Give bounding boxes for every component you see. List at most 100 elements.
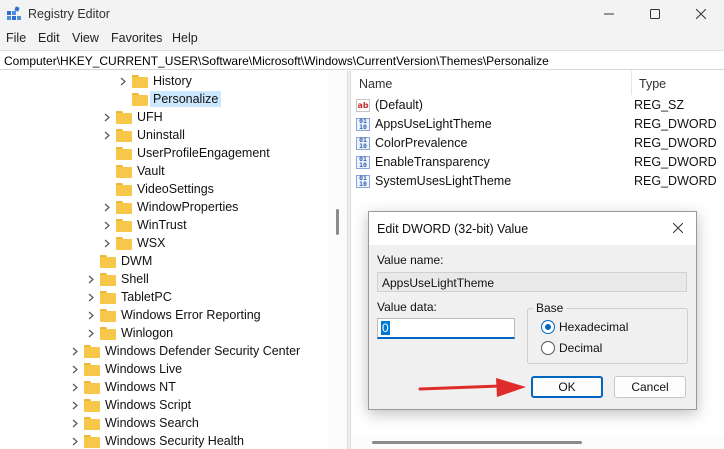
tree-item-label: Uninstall (137, 128, 185, 142)
chevron-right-icon[interactable] (102, 112, 112, 122)
tree-item[interactable]: Vault (102, 162, 165, 180)
base-label: Base (533, 301, 567, 315)
values-scrollbar[interactable] (352, 437, 724, 449)
pane-splitter[interactable] (347, 71, 351, 449)
tree-item[interactable]: VideoSettings (102, 180, 214, 198)
table-row[interactable]: 01 10 SystemUsesLightTheme REG_DWORD (356, 172, 724, 190)
address-bar[interactable]: Computer\HKEY_CURRENT_USER\Software\Micr… (0, 50, 724, 70)
dword-value-icon: 01 10 (356, 174, 370, 188)
chevron-right-icon[interactable] (86, 310, 96, 320)
key-tree[interactable]: History Personalize UFH Uninstall UserProfil… (0, 71, 347, 449)
table-row[interactable]: 01 10 ColorPrevalence REG_DWORD (356, 134, 724, 152)
tree-scrollbar-thumb[interactable] (336, 209, 339, 235)
tree-item[interactable]: Windows Security Health (70, 432, 244, 449)
tree-item[interactable]: Winlogon (86, 324, 173, 342)
menu-favorites[interactable]: Favorites (111, 31, 162, 45)
tree-item[interactable]: UserProfileEngagement (102, 144, 270, 162)
maximize-button[interactable] (632, 0, 678, 28)
dword-value-icon: 01 10 (356, 136, 370, 150)
base-group (527, 308, 688, 364)
tree-item[interactable]: WSX (102, 234, 165, 252)
column-separator[interactable] (631, 71, 632, 95)
tree-item-label: Personalize (150, 91, 222, 107)
folder-icon (100, 290, 116, 304)
decimal-radio[interactable] (541, 341, 555, 355)
value-name-cell: ColorPrevalence (375, 136, 468, 150)
chevron-right-icon[interactable] (70, 364, 80, 374)
tree-item[interactable]: Windows Live (70, 360, 182, 378)
chevron-right-icon[interactable] (70, 346, 80, 356)
value-name-text: AppsUseLightTheme (382, 276, 495, 290)
value-name-cell: (Default) (375, 98, 423, 112)
chevron-right-icon[interactable] (86, 328, 96, 338)
close-button[interactable] (678, 0, 724, 28)
menu-edit[interactable]: Edit (38, 31, 60, 45)
chevron-right-icon[interactable] (102, 202, 112, 212)
value-data-label: Value data: (377, 300, 437, 314)
close-icon (673, 223, 683, 233)
value-name-cell: SystemUsesLightTheme (375, 174, 512, 188)
value-type-cell: REG_SZ (634, 98, 685, 112)
minimize-button[interactable] (586, 0, 632, 28)
cancel-button[interactable]: Cancel (614, 376, 686, 398)
column-header-type[interactable]: Type (639, 77, 666, 91)
chevron-right-icon[interactable] (70, 418, 80, 428)
menu-view[interactable]: View (72, 31, 99, 45)
values-scrollbar-thumb[interactable] (372, 441, 582, 444)
chevron-right-icon[interactable] (102, 220, 112, 230)
hexadecimal-radio[interactable] (541, 320, 555, 334)
annotation-arrow-icon (418, 378, 526, 397)
hexadecimal-label[interactable]: Hexadecimal (559, 320, 628, 334)
folder-icon (84, 434, 100, 448)
tree-item[interactable]: TabletPC (86, 288, 172, 306)
table-row[interactable]: ab (Default) REG_SZ (356, 96, 724, 114)
menu-file[interactable]: File (6, 31, 26, 45)
chevron-right-icon[interactable] (70, 382, 80, 392)
dword-value-icon: 01 10 (356, 155, 370, 169)
folder-icon (116, 110, 132, 124)
tree-item[interactable]: Windows Defender Security Center (70, 342, 300, 360)
chevron-right-icon[interactable] (102, 238, 112, 248)
tree-item-label: Windows Live (105, 362, 183, 376)
tree-item[interactable]: History (118, 72, 192, 90)
chevron-right-icon[interactable] (118, 76, 128, 86)
ok-button[interactable]: OK (531, 376, 603, 398)
tree-item[interactable]: Windows Search (70, 414, 199, 432)
tree-item-label: WindowProperties (137, 200, 239, 214)
column-header-name[interactable]: Name (359, 77, 392, 91)
tree-item[interactable]: Personalize (118, 90, 222, 108)
dialog-close-button[interactable] (666, 217, 690, 239)
tree-item[interactable]: Shell (86, 270, 149, 288)
tree-item[interactable]: Windows Error Reporting (86, 306, 261, 324)
table-row[interactable]: 01 10 EnableTransparency REG_DWORD (356, 153, 724, 171)
value-data-input[interactable]: 0 (377, 318, 515, 339)
tree-item[interactable]: DWM (86, 252, 152, 270)
chevron-right-icon[interactable] (70, 436, 80, 446)
menu-help[interactable]: Help (172, 31, 198, 45)
tree-item[interactable]: WindowProperties (102, 198, 238, 216)
tree-scrollbar[interactable] (328, 71, 347, 449)
folder-icon (116, 182, 132, 196)
tree-item[interactable]: WinTrust (102, 216, 187, 234)
table-row[interactable]: 01 10 AppsUseLightTheme REG_DWORD (356, 115, 724, 133)
folder-icon (84, 344, 100, 358)
chevron-right-icon[interactable] (70, 400, 80, 410)
tree-item[interactable]: Uninstall (102, 126, 185, 144)
decimal-label[interactable]: Decimal (559, 341, 602, 355)
folder-icon (100, 254, 116, 268)
title-bar: Registry Editor (0, 0, 724, 28)
tree-item[interactable]: UFH (102, 108, 163, 126)
chevron-right-icon[interactable] (102, 130, 112, 140)
tree-item-label: DWM (121, 254, 153, 268)
dialog-title-bar: Edit DWORD (32-bit) Value (369, 212, 696, 245)
chevron-right-icon[interactable] (86, 292, 96, 302)
tree-item[interactable]: Windows Script (70, 396, 191, 414)
tree-item[interactable]: Windows NT (70, 378, 176, 396)
chevron-right-icon[interactable] (86, 274, 96, 284)
address-path[interactable]: Computer\HKEY_CURRENT_USER\Software\Micr… (4, 54, 549, 68)
dialog-title: Edit DWORD (32-bit) Value (377, 222, 529, 236)
